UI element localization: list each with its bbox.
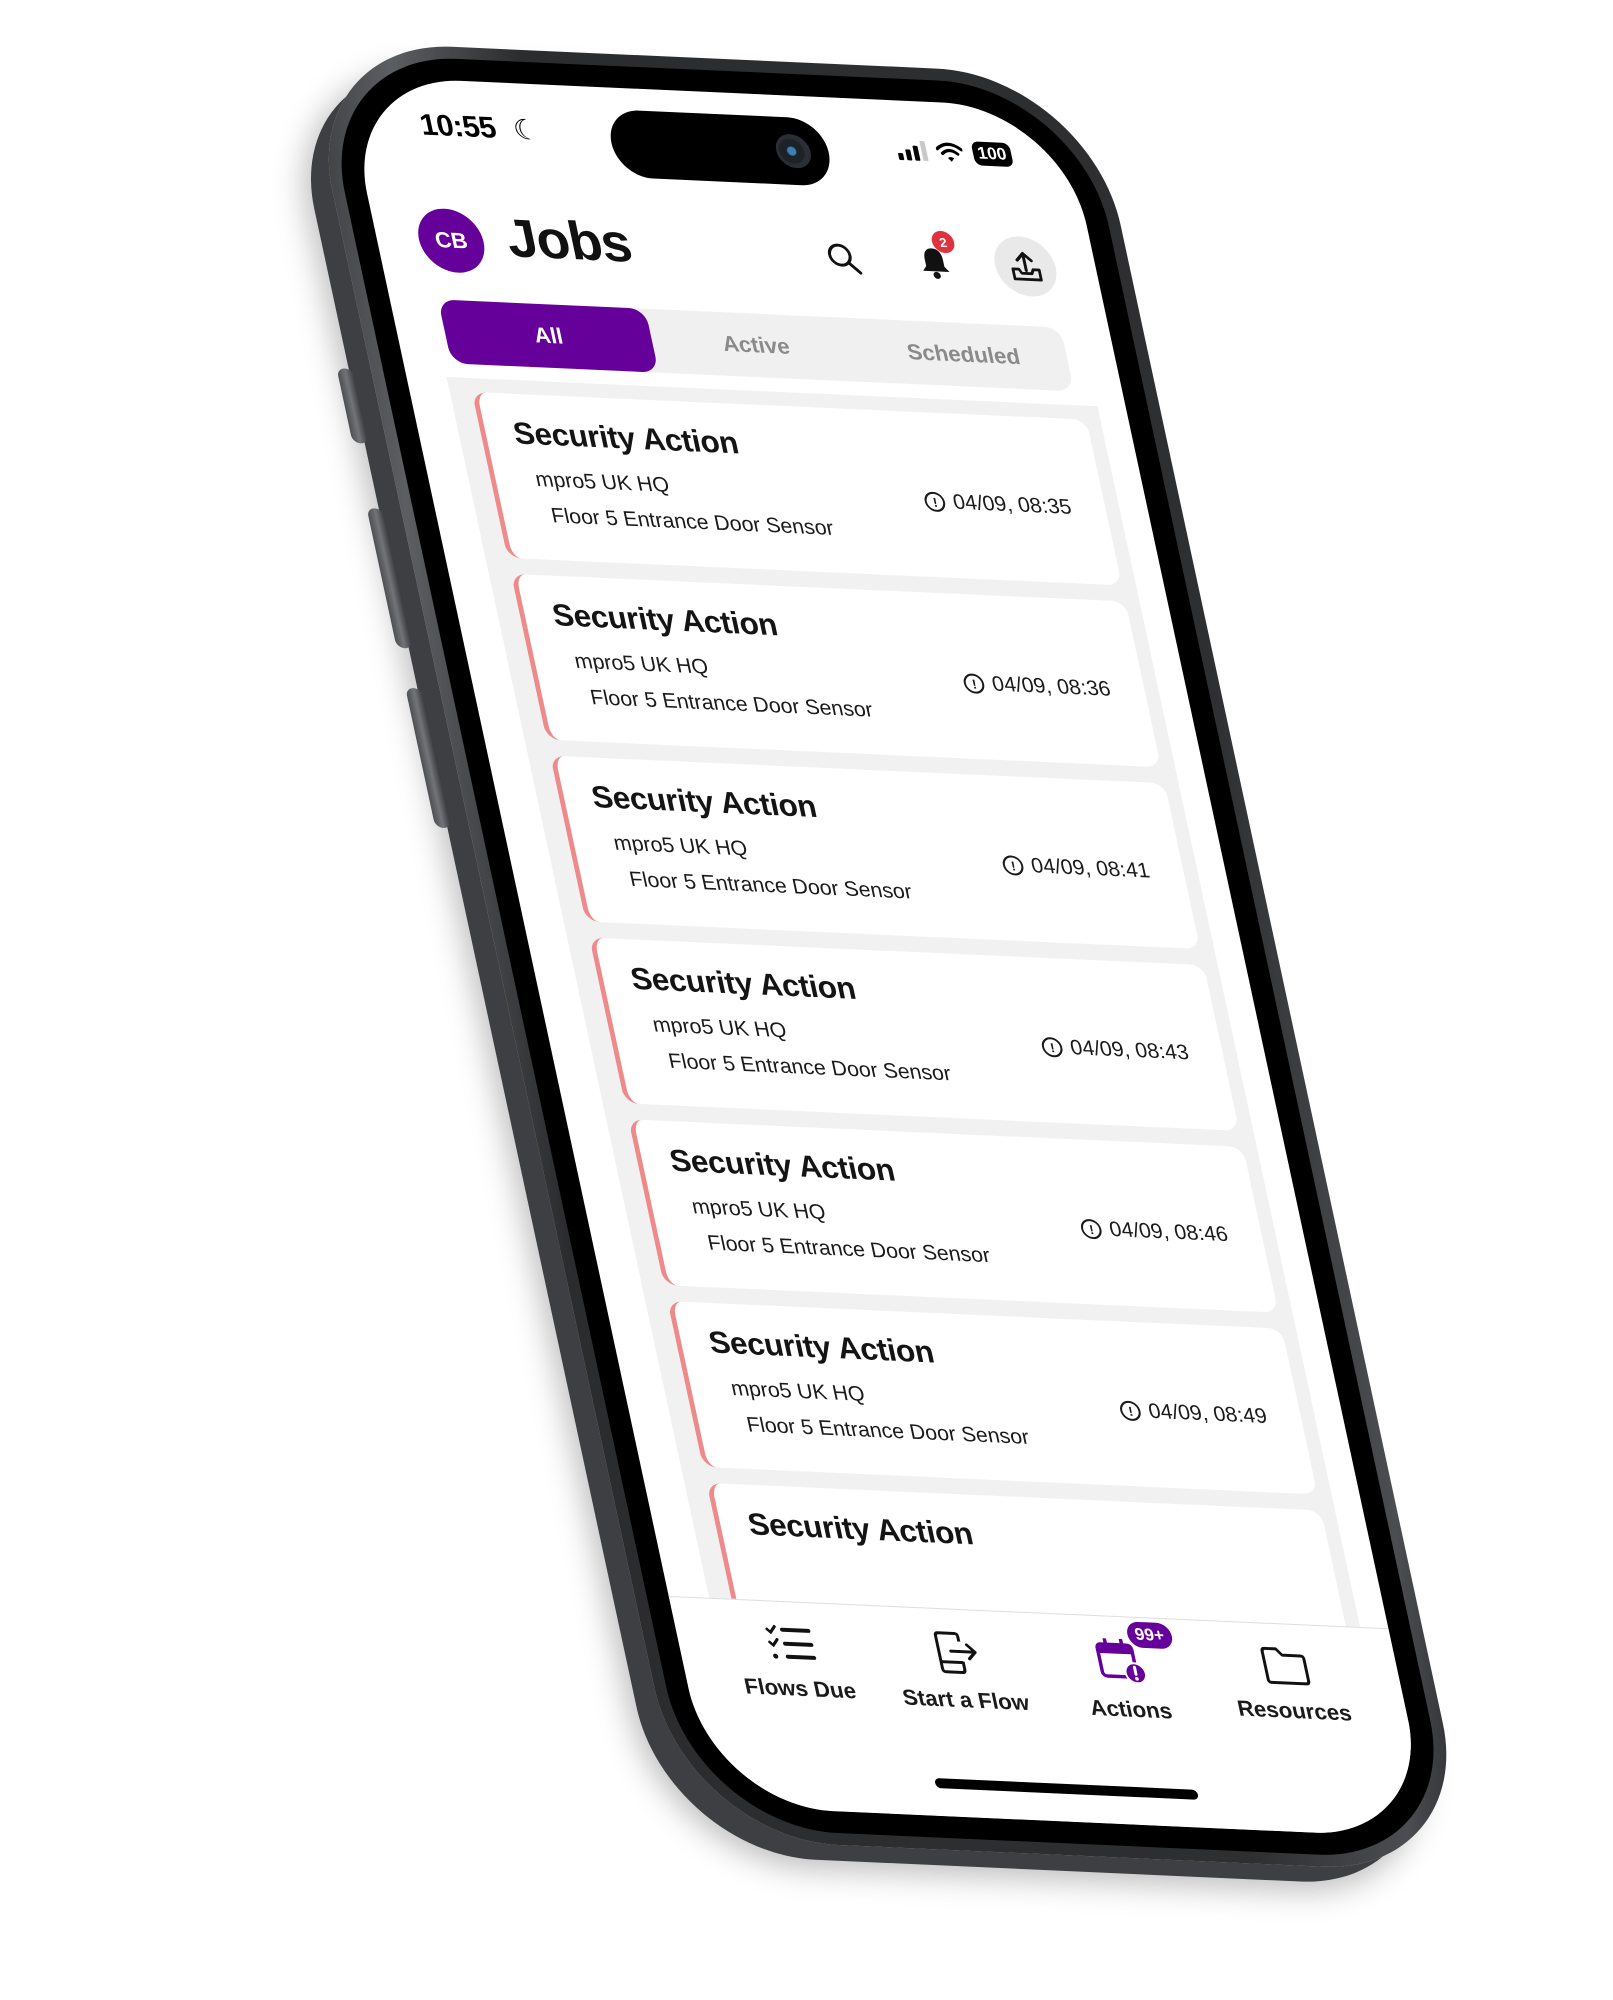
- job-title: Security Action: [509, 415, 742, 461]
- moon-icon: ☾: [510, 113, 543, 146]
- status-time: 10:55: [416, 108, 499, 145]
- volume-up-button: [366, 507, 413, 649]
- upload-button[interactable]: [988, 235, 1063, 298]
- volume-down-button: [405, 687, 452, 829]
- job-time-text: 04/09, 08:36: [989, 672, 1113, 701]
- job-time: ! 04/09, 08:49: [1118, 1398, 1269, 1429]
- job-card[interactable]: Security Action mpro5 UK HQ Floor 5 Entr…: [667, 1301, 1318, 1495]
- folder-icon: [1260, 1646, 1310, 1686]
- job-site: mpro5 UK HQ: [572, 649, 711, 679]
- job-site: mpro5 UK HQ: [611, 831, 750, 861]
- nav-label: Flows Due: [741, 1673, 859, 1704]
- page-title: Jobs: [500, 208, 637, 274]
- job-location: Floor 5 Entrance Door Sensor: [549, 504, 836, 540]
- bottom-nav: Flows Due Start a Flow 99+ Actions Resou…: [668, 1595, 1434, 1839]
- nav-label: Resources: [1234, 1695, 1354, 1726]
- job-time: ! 04/09, 08:41: [1001, 853, 1152, 884]
- status-icons: 100: [894, 138, 1015, 168]
- checklist-icon: [764, 1624, 816, 1660]
- search-button[interactable]: [807, 227, 881, 290]
- job-time-text: 04/09, 08:46: [1107, 1217, 1231, 1247]
- alert-icon: !: [1040, 1036, 1065, 1058]
- job-time-text: 04/09, 08:35: [950, 490, 1074, 519]
- job-card[interactable]: Security Action mpro5 UK HQ Floor 5 Entr…: [510, 573, 1162, 768]
- avatar[interactable]: CB: [412, 207, 491, 275]
- alert-icon: !: [1079, 1218, 1104, 1240]
- job-location: Floor 5 Entrance Door Sensor: [705, 1231, 993, 1268]
- job-time: ! 04/09, 08:46: [1079, 1217, 1230, 1248]
- battery-indicator: 100: [970, 141, 1015, 168]
- job-title: Security Action: [705, 1324, 938, 1370]
- nav-label: Actions: [1087, 1694, 1175, 1724]
- job-time: ! 04/09, 08:43: [1040, 1035, 1191, 1066]
- tab-all[interactable]: All: [437, 299, 660, 373]
- job-list[interactable]: Security Action mpro5 UK HQ Floor 5 Entr…: [446, 377, 1361, 1627]
- job-card[interactable]: Security Action mpro5 UK HQ Floor 5 Entr…: [550, 755, 1201, 950]
- job-location: Floor 5 Entrance Door Sensor: [627, 867, 915, 904]
- job-title: Security Action: [744, 1506, 977, 1552]
- tab-scheduled[interactable]: Scheduled: [853, 318, 1074, 391]
- job-time-text: 04/09, 08:43: [1068, 1036, 1192, 1065]
- header-actions: 2: [807, 227, 1063, 298]
- job-location: Floor 5 Entrance Door Sensor: [744, 1413, 1032, 1449]
- job-title: Security Action: [548, 597, 781, 643]
- job-title: Security Action: [588, 779, 820, 825]
- job-site: mpro5 UK HQ: [650, 1013, 789, 1043]
- action-button: [336, 368, 369, 444]
- job-card[interactable]: Security Action mpro5 UK HQ Floor 5 Entr…: [589, 937, 1240, 1131]
- job-time-text: 04/09, 08:49: [1146, 1399, 1270, 1428]
- alert-icon: !: [922, 491, 948, 513]
- job-card[interactable]: Security Action mpro5 UK HQ Floor 5 Entr…: [471, 391, 1123, 586]
- job-site: mpro5 UK HQ: [533, 467, 672, 497]
- cellular-signal-icon: [895, 140, 929, 162]
- alert-icon: !: [1001, 855, 1026, 876]
- job-site: mpro5 UK HQ: [689, 1195, 828, 1225]
- job-card[interactable]: Security Action mpro5 UK HQ Floor 5 Entr…: [628, 1119, 1279, 1313]
- job-title: Security Action: [627, 960, 859, 1006]
- notifications-button[interactable]: 2: [898, 230, 972, 294]
- job-title: Security Action: [666, 1142, 898, 1188]
- job-site: mpro5 UK HQ: [728, 1377, 867, 1406]
- alert-icon: !: [1118, 1400, 1143, 1422]
- start-flow-icon: [933, 1631, 977, 1674]
- alert-icon: !: [961, 673, 987, 695]
- camera-icon: [772, 133, 815, 169]
- job-location: Floor 5 Entrance Door Sensor: [588, 686, 876, 722]
- nav-label: Start a Flow: [900, 1684, 1032, 1716]
- job-filter-tabs: All Active Scheduled: [437, 299, 1075, 392]
- upload-icon: [1011, 251, 1043, 282]
- search-icon: [827, 243, 863, 275]
- job-time-text: 04/09, 08:41: [1028, 854, 1152, 883]
- job-location: Floor 5 Entrance Door Sensor: [666, 1049, 954, 1086]
- dynamic-island: [604, 109, 837, 187]
- stage: 10:55 ☾ 100 CB Jobs 2 All Active Schedul…: [0, 0, 1613, 2000]
- job-time: ! 04/09, 08:35: [922, 489, 1074, 520]
- wifi-icon: [934, 142, 963, 162]
- tab-active[interactable]: Active: [645, 309, 866, 382]
- phone: 10:55 ☾ 100 CB Jobs 2 All Active Schedul…: [300, 40, 1476, 1874]
- job-time: ! 04/09, 08:36: [961, 671, 1113, 702]
